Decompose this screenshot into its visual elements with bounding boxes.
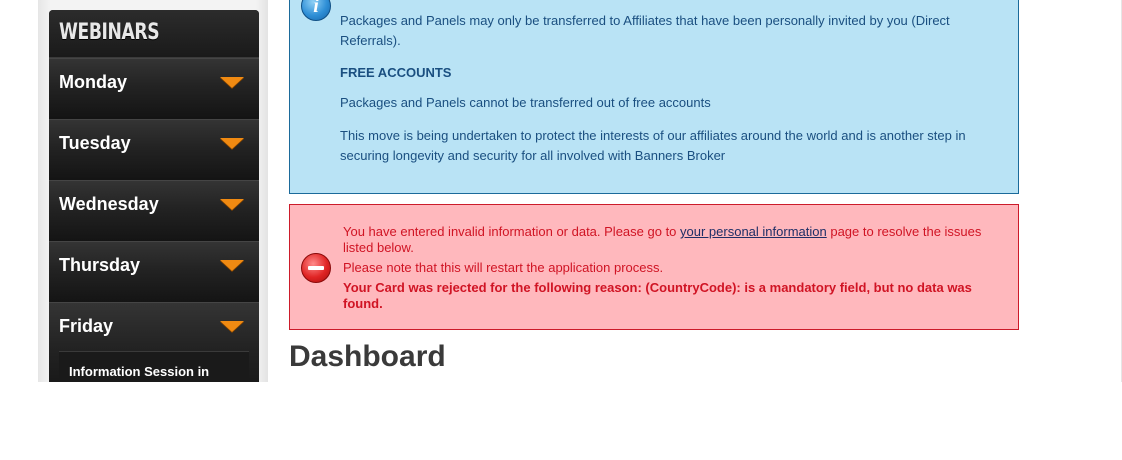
transfer-rule-text: Packages and Panels may only be transfer… (340, 13, 950, 48)
webinars-panel: WEBINARS Monday Tuesday Wednesday Thursd… (49, 10, 259, 382)
day-item-wednesday[interactable]: Wednesday (49, 180, 259, 241)
day-item-tuesday[interactable]: Tuesday (49, 119, 259, 180)
webinars-header: WEBINARS (49, 10, 259, 58)
day-label: Wednesday (59, 194, 159, 214)
restart-note-text: Please note that this will restart the a… (343, 260, 664, 275)
page: WEBINARS Monday Tuesday Wednesday Thursd… (0, 0, 1122, 460)
day-label: Monday (59, 72, 128, 92)
free-accounts-heading: FREE ACCOUNTS (340, 65, 452, 80)
friday-submenu: Information Session in (59, 351, 249, 382)
protection-note-text: This move is being undertaken to protect… (340, 128, 966, 163)
day-item-friday[interactable]: Friday Information Session in (49, 302, 259, 382)
dropdown-arrow-icon[interactable] (220, 199, 244, 210)
card-rejection-text: Your Card was rejected for the following… (343, 280, 972, 311)
day-label: Friday (59, 316, 114, 336)
dropdown-arrow-icon[interactable] (220, 321, 244, 332)
message-text: You have entered invalid information or … (343, 224, 681, 239)
personal-information-link[interactable]: your personal information (680, 224, 827, 239)
day-item-monday[interactable]: Monday (49, 58, 259, 119)
day-label: Thursday (59, 255, 141, 275)
day-item-thursday[interactable]: Thursday (49, 241, 259, 302)
error-minus-icon (301, 253, 331, 283)
info-icon: i (301, 0, 331, 21)
day-label: Tuesday (59, 133, 131, 153)
free-accounts-rule-text: Packages and Panels cannot be transferre… (340, 95, 711, 110)
dropdown-arrow-icon[interactable] (220, 260, 244, 271)
dropdown-arrow-icon[interactable] (220, 77, 244, 88)
info-notice: i Packages and Panels may only be transf… (289, 0, 1019, 194)
dropdown-arrow-icon[interactable] (220, 138, 244, 149)
webinars-title: WEBINARS (59, 20, 160, 45)
webinar-session-link[interactable]: Information Session in (69, 364, 209, 379)
error-notice: You have entered invalid information or … (289, 204, 1019, 330)
invalid-data-message: You have entered invalid information or … (343, 224, 993, 256)
page-title: Dashboard (289, 340, 446, 373)
